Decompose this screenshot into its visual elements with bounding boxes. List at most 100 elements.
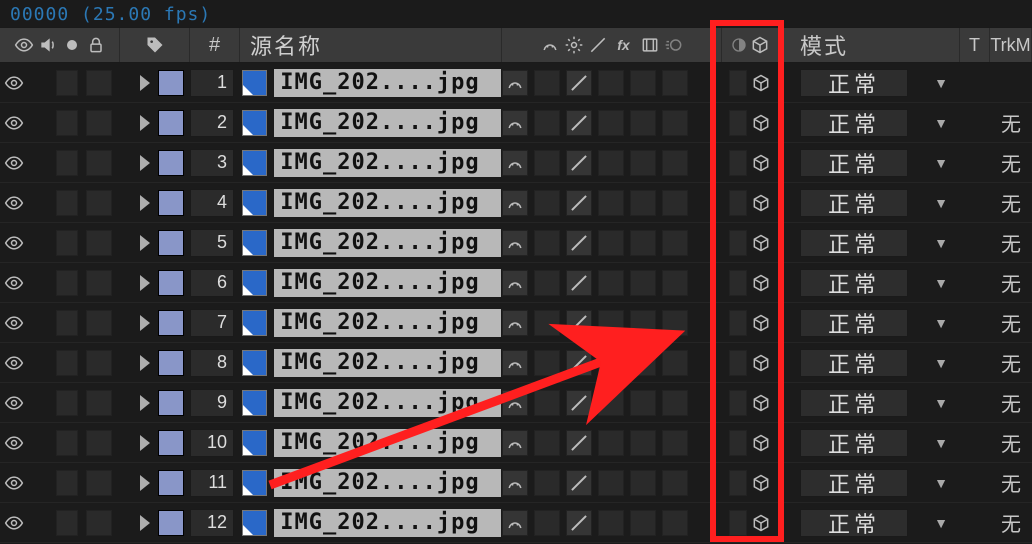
collapse-toggle[interactable] [534,430,560,456]
twirl-icon[interactable] [140,515,150,531]
solo-toggle[interactable] [56,310,78,336]
index-column-header[interactable]: # [190,28,240,62]
solo-toggle[interactable] [56,270,78,296]
frameblend-toggle[interactable] [630,270,656,296]
adjustment-toggle[interactable] [729,270,747,296]
fx-toggle[interactable] [598,310,624,336]
cube-3d-icon[interactable] [749,71,773,95]
adjustment-toggle[interactable] [729,70,747,96]
layer-name[interactable]: IMG_202....jpg [273,188,502,218]
layer-color-chip[interactable] [158,350,184,376]
motionblur-toggle[interactable] [662,70,688,96]
eye-icon[interactable] [2,151,26,175]
blend-mode-dropdown[interactable]: 正常 [800,469,908,497]
fx-toggle[interactable] [598,390,624,416]
cube-3d-icon[interactable] [749,351,773,375]
adjustment-toggle[interactable] [729,150,747,176]
layer-row[interactable]: 5IMG_202....jpg正常▼无 [0,223,1032,263]
eye-icon[interactable] [2,511,26,535]
trkmat-value[interactable]: 无 [1001,268,1021,297]
motionblur-toggle[interactable] [662,390,688,416]
shy-toggle[interactable] [502,270,528,296]
adjustment-toggle[interactable] [729,430,747,456]
layer-color-chip[interactable] [158,230,184,256]
adjustment-toggle[interactable] [729,470,747,496]
layer-color-chip[interactable] [158,110,184,136]
quality-toggle[interactable] [566,230,592,256]
chevron-down-icon[interactable]: ▼ [934,275,948,291]
collapse-toggle[interactable] [534,190,560,216]
chevron-down-icon[interactable]: ▼ [934,115,948,131]
twirl-icon[interactable] [140,155,150,171]
twirl-icon[interactable] [140,235,150,251]
chevron-down-icon[interactable]: ▼ [934,315,948,331]
twirl-icon[interactable] [140,315,150,331]
layer-color-chip[interactable] [158,430,184,456]
shy-toggle[interactable] [502,390,528,416]
layer-row[interactable]: 11IMG_202....jpg正常▼无 [0,463,1032,503]
collapse-transform-icon[interactable] [562,33,586,57]
layer-name[interactable]: IMG_202....jpg [273,508,502,538]
cube-3d-icon[interactable] [749,191,773,215]
collapse-toggle[interactable] [534,110,560,136]
twirl-icon[interactable] [140,75,150,91]
source-name-column-header[interactable]: 源名称 [240,28,502,62]
fx-toggle[interactable] [598,470,624,496]
fx-toggle[interactable] [598,150,624,176]
fx-toggle[interactable] [598,110,624,136]
fx-toggle[interactable] [598,230,624,256]
eye-icon[interactable] [2,311,26,335]
blend-mode-dropdown[interactable]: 正常 [800,69,908,97]
eye-icon[interactable] [2,191,26,215]
layer-color-chip[interactable] [158,390,184,416]
layer-color-chip[interactable] [158,510,184,536]
cube-3d-icon[interactable] [749,271,773,295]
frameblend-toggle[interactable] [630,470,656,496]
adjustment-toggle[interactable] [729,310,747,336]
collapse-toggle[interactable] [534,270,560,296]
trkmat-value[interactable]: 无 [1001,348,1021,377]
fx-toggle[interactable] [598,190,624,216]
shy-toggle[interactable] [502,310,528,336]
layer-name[interactable]: IMG_202....jpg [273,68,502,98]
cube-3d-icon[interactable] [749,111,773,135]
trkmat-column-header[interactable]: TrkM [990,28,1032,62]
solo-toggle[interactable] [56,230,78,256]
shy-icon[interactable] [538,33,562,57]
shy-toggle[interactable] [502,510,528,536]
trkmat-value[interactable]: 无 [1001,468,1021,497]
twirl-icon[interactable] [140,195,150,211]
chevron-down-icon[interactable]: ▼ [934,515,948,531]
solo-toggle[interactable] [56,190,78,216]
adjustment-toggle[interactable] [729,510,747,536]
quality-toggle[interactable] [566,510,592,536]
layer-name[interactable]: IMG_202....jpg [273,148,502,178]
solo-toggle[interactable] [56,350,78,376]
adjustment-toggle[interactable] [729,110,747,136]
quality-toggle[interactable] [566,470,592,496]
frameblend-toggle[interactable] [630,310,656,336]
cube-3d-icon[interactable] [749,391,773,415]
solo-toggle[interactable] [56,150,78,176]
frameblend-toggle[interactable] [630,350,656,376]
layer-name[interactable]: IMG_202....jpg [273,468,502,498]
layer-name[interactable]: IMG_202....jpg [273,108,502,138]
lock-toggle[interactable] [86,310,112,336]
quality-toggle[interactable] [566,430,592,456]
eye-icon[interactable] [2,271,26,295]
layer-name[interactable]: IMG_202....jpg [273,428,502,458]
fx-toggle[interactable] [598,70,624,96]
lock-toggle[interactable] [86,110,112,136]
layer-row[interactable]: 9IMG_202....jpg正常▼无 [0,383,1032,423]
shy-toggle[interactable] [502,430,528,456]
quality-toggle[interactable] [566,270,592,296]
shy-toggle[interactable] [502,350,528,376]
collapse-toggle[interactable] [534,310,560,336]
eye-icon[interactable] [2,431,26,455]
layer-row[interactable]: 1IMG_202....jpg正常▼ [0,63,1032,103]
eye-icon[interactable] [2,351,26,375]
fx-icon[interactable]: fx [610,33,638,57]
twirl-icon[interactable] [140,275,150,291]
motionblur-toggle[interactable] [662,110,688,136]
fx-toggle[interactable] [598,350,624,376]
